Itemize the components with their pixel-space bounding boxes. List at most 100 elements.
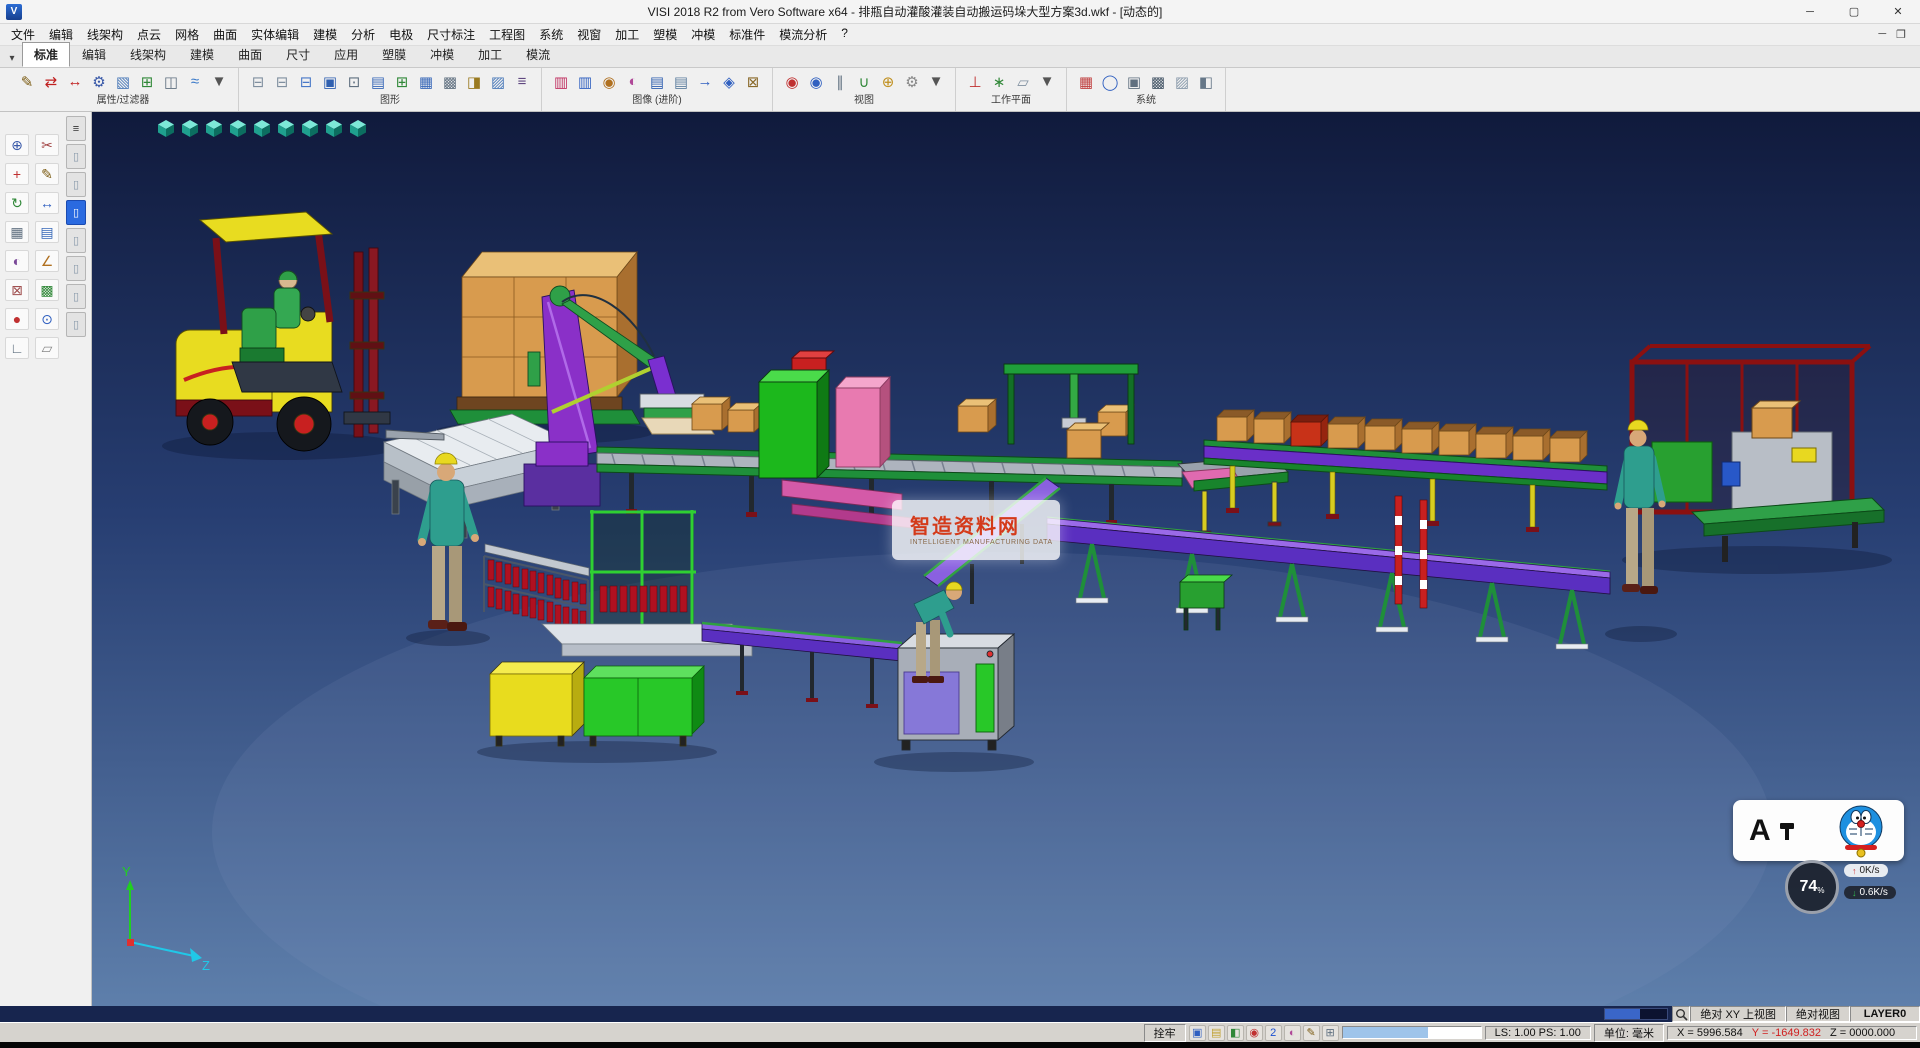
screen-icon[interactable]: ▣	[1122, 69, 1146, 94]
iso-view-cube-icon[interactable]	[204, 118, 224, 138]
layers-icon[interactable]: ▤	[35, 221, 59, 243]
status-record-icon[interactable]: ◉	[1246, 1025, 1263, 1041]
globe-icon[interactable]: ◯	[1098, 69, 1122, 94]
measure-icon[interactable]: ∟	[5, 337, 29, 359]
view-mode-indicator[interactable]: 绝对 XY 上视图	[1690, 1006, 1786, 1022]
export-arrow-icon[interactable]: →	[693, 69, 717, 94]
tab-dropdown-icon[interactable]: ▾	[2, 53, 22, 67]
palette-icon[interactable]: ◐	[621, 69, 645, 94]
3d-viewport[interactable]: Y Z	[92, 112, 1920, 1006]
mirror-icon[interactable]: ◐	[5, 250, 29, 272]
grid-icon[interactable]: ▦	[5, 221, 29, 243]
render-color-icon[interactable]: ▥	[573, 69, 597, 94]
match-properties-icon[interactable]: ⇄	[39, 69, 63, 94]
close-button[interactable]: ✕	[1876, 0, 1920, 23]
workplane-icon[interactable]: ▱	[1011, 69, 1035, 94]
menu-item[interactable]: 冲模	[684, 24, 722, 45]
title-bar[interactable]: V VISI 2018 R2 from Vero Software x64 - …	[0, 0, 1920, 24]
shaded-cube-icon[interactable]: ◈	[717, 69, 741, 94]
status-grid-icon[interactable]: ⊞	[1322, 1025, 1339, 1041]
status-capture-icon[interactable]: ◧	[1227, 1025, 1244, 1041]
mdi-restore-button[interactable]: ❐	[1896, 28, 1906, 41]
layer-panel-icon[interactable]: ◫	[159, 69, 183, 94]
ribbon-tab[interactable]: 加工	[466, 42, 514, 67]
iso-view-cube-icon[interactable]	[324, 118, 344, 138]
status-counter[interactable]: 2	[1265, 1025, 1282, 1041]
ribbon-tab[interactable]: 冲模	[418, 42, 466, 67]
status-file-icon[interactable]: ▤	[1208, 1025, 1225, 1041]
ribbon-tab[interactable]: 编辑	[70, 42, 118, 67]
graphics-grid-icon[interactable]: ▦	[414, 69, 438, 94]
maximize-button[interactable]: ▢	[1832, 0, 1876, 23]
wave-filter-icon[interactable]: ≈	[183, 69, 207, 94]
graphics-doc-icon[interactable]: ▣	[318, 69, 342, 94]
snap-point-icon[interactable]: +	[5, 163, 29, 185]
zoom-select-icon[interactable]: ⊕	[5, 134, 29, 156]
graphics-table-icon[interactable]: ▩	[438, 69, 462, 94]
iso-view-cube-icon[interactable]	[276, 118, 296, 138]
ime-overlay-card[interactable]: A	[1733, 800, 1904, 861]
db-cylinder3-icon[interactable]: ⊟	[294, 69, 318, 94]
magnifier-icon[interactable]	[1672, 1006, 1690, 1022]
magnet-snap-icon[interactable]: ∪	[852, 69, 876, 94]
filter-dropdown-icon[interactable]: ▼	[207, 69, 231, 94]
units-indicator[interactable]: 单位: 毫米	[1594, 1024, 1664, 1042]
clipboard-handle-icon[interactable]: ▯	[66, 200, 86, 225]
target-view-icon[interactable]: ⊕	[876, 69, 900, 94]
clipboard-handle-icon[interactable]: ▯	[66, 144, 86, 169]
iso-view-cube-icon[interactable]	[180, 118, 200, 138]
status-palette-icon[interactable]: ◐	[1284, 1025, 1301, 1041]
workplane-axis-icon[interactable]: ⊥	[963, 69, 987, 94]
graphics-frame-icon[interactable]: ⊡	[342, 69, 366, 94]
matrix-icon[interactable]: ▩	[1146, 69, 1170, 94]
status-annotate-icon[interactable]: ✎	[1303, 1025, 1320, 1041]
graphics-list-icon[interactable]: ▤	[366, 69, 390, 94]
db-cylinder-icon[interactable]: ⊟	[246, 69, 270, 94]
ribbon-tab[interactable]: 线架构	[118, 42, 178, 67]
control-cabinets[interactable]	[490, 662, 704, 746]
status-display-icon[interactable]: ▣	[1189, 1025, 1206, 1041]
ribbon-tab[interactable]: 尺寸	[274, 42, 322, 67]
gear-settings-icon[interactable]: ⚙	[87, 69, 111, 94]
render-film-icon[interactable]: ▥	[549, 69, 573, 94]
color-swatch-icon[interactable]: ▦	[1074, 69, 1098, 94]
workplane-dropdown-icon[interactable]: ▼	[1035, 69, 1059, 94]
abacus-icon[interactable]: ≡	[510, 69, 534, 94]
clipboard-handle-icon[interactable]: ▯	[66, 312, 86, 337]
texture-icon[interactable]: ▨	[1170, 69, 1194, 94]
edit-properties-icon[interactable]: ✎	[15, 69, 39, 94]
view-front-icon[interactable]: ◉	[780, 69, 804, 94]
ribbon-tab[interactable]: 塑膜	[370, 42, 418, 67]
workplane-star-icon[interactable]: ∗	[987, 69, 1011, 94]
iso-view-cube-icon[interactable]	[156, 118, 176, 138]
view-gear-icon[interactable]: ⚙	[900, 69, 924, 94]
ime-tool-icon[interactable]	[1777, 820, 1797, 842]
delete-icon[interactable]: ⊠	[5, 279, 29, 301]
slanted-plane-icon[interactable]: ◧	[1194, 69, 1218, 94]
clipboard-handle-icon[interactable]: ▯	[66, 228, 86, 253]
ribbon-tab[interactable]: 建模	[178, 42, 226, 67]
ribbon-tab[interactable]: 曲面	[226, 42, 274, 67]
bounding-box-icon[interactable]: ⊠	[741, 69, 765, 94]
mdi-minimize-button[interactable]: ─	[1878, 28, 1886, 41]
layer-indicator[interactable]: LAYER0	[1850, 1006, 1920, 1022]
section-view-icon[interactable]: ∥	[828, 69, 852, 94]
iso-view-cube-icon[interactable]	[300, 118, 320, 138]
ime-letter[interactable]: A	[1749, 814, 1771, 848]
swap-properties-icon[interactable]: ↔	[63, 69, 87, 94]
graphics-hatch-icon[interactable]: ▨	[486, 69, 510, 94]
add-filter-icon[interactable]: ⊞	[135, 69, 159, 94]
ribbon-tab[interactable]: 应用	[322, 42, 370, 67]
minimize-button[interactable]: ─	[1788, 0, 1832, 23]
absolute-view-indicator[interactable]: 绝对视图	[1786, 1006, 1850, 1022]
clipboard-handle-icon[interactable]: ▯	[66, 284, 86, 309]
graphics-layers-icon[interactable]: ◨	[462, 69, 486, 94]
filter-hatch-icon[interactable]: ▧	[111, 69, 135, 94]
ribbon-tab[interactable]: 模流	[514, 42, 562, 67]
center-snap-icon[interactable]: ⊙	[35, 308, 59, 330]
viewport-menu-icon[interactable]: ≡	[66, 116, 86, 141]
clipboard-handle-icon[interactable]: ▯	[66, 172, 86, 197]
view-dropdown-icon[interactable]: ▼	[924, 69, 948, 94]
clipboard-handle-icon[interactable]: ▯	[66, 256, 86, 281]
iso-view-cube-icon[interactable]	[252, 118, 272, 138]
